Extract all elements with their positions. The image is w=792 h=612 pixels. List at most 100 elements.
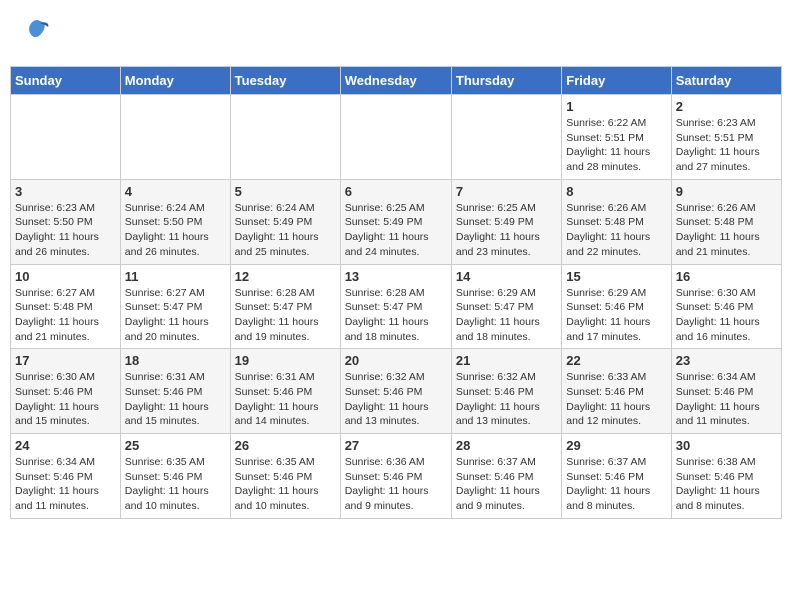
weekday-monday: Monday bbox=[120, 67, 230, 95]
calendar-cell: 13 Sunrise: 6:28 AM Sunset: 5:47 PM Dayli… bbox=[340, 264, 451, 349]
day-number: 29 bbox=[566, 438, 666, 453]
calendar-cell bbox=[120, 95, 230, 180]
day-info: Sunrise: 6:29 AM Sunset: 5:47 PM Dayligh… bbox=[456, 286, 557, 345]
calendar-cell: 20 Sunrise: 6:32 AM Sunset: 5:46 PM Dayli… bbox=[340, 349, 451, 434]
day-info: Sunrise: 6:23 AM Sunset: 5:51 PM Dayligh… bbox=[676, 116, 777, 175]
day-info: Sunrise: 6:26 AM Sunset: 5:48 PM Dayligh… bbox=[676, 201, 777, 260]
calendar-cell: 14 Sunrise: 6:29 AM Sunset: 5:47 PM Dayli… bbox=[451, 264, 561, 349]
calendar-cell: 29 Sunrise: 6:37 AM Sunset: 5:46 PM Dayli… bbox=[562, 434, 671, 519]
week-row-1: 1 Sunrise: 6:22 AM Sunset: 5:51 PM Daylig… bbox=[11, 95, 782, 180]
header bbox=[10, 10, 782, 56]
day-number: 1 bbox=[566, 99, 666, 114]
calendar-cell: 30Sunrise: 6:38 AM Sunset: 5:46 PM Dayli… bbox=[671, 434, 781, 519]
day-info: Sunrise: 6:33 AM Sunset: 5:46 PM Dayligh… bbox=[566, 370, 666, 429]
day-number: 13 bbox=[345, 269, 447, 284]
calendar-cell: 21 Sunrise: 6:32 AM Sunset: 5:46 PM Dayli… bbox=[451, 349, 561, 434]
day-number: 9 bbox=[676, 184, 777, 199]
day-number: 3 bbox=[15, 184, 116, 199]
day-number: 15 bbox=[566, 269, 666, 284]
day-number: 20 bbox=[345, 353, 447, 368]
calendar-cell: 6 Sunrise: 6:25 AM Sunset: 5:49 PM Daylig… bbox=[340, 179, 451, 264]
day-number: 25 bbox=[125, 438, 226, 453]
calendar-cell: 3 Sunrise: 6:23 AM Sunset: 5:50 PM Daylig… bbox=[11, 179, 121, 264]
day-number: 10 bbox=[15, 269, 116, 284]
day-number: 4 bbox=[125, 184, 226, 199]
day-number: 5 bbox=[235, 184, 336, 199]
logo bbox=[20, 15, 52, 51]
day-number: 16 bbox=[676, 269, 777, 284]
calendar-cell: 25 Sunrise: 6:35 AM Sunset: 5:46 PM Dayli… bbox=[120, 434, 230, 519]
calendar-cell: 22 Sunrise: 6:33 AM Sunset: 5:46 PM Dayli… bbox=[562, 349, 671, 434]
day-number: 8 bbox=[566, 184, 666, 199]
day-info: Sunrise: 6:32 AM Sunset: 5:46 PM Dayligh… bbox=[345, 370, 447, 429]
day-info: Sunrise: 6:37 AM Sunset: 5:46 PM Dayligh… bbox=[566, 455, 666, 514]
day-number: 6 bbox=[345, 184, 447, 199]
calendar-cell: 7 Sunrise: 6:25 AM Sunset: 5:49 PM Daylig… bbox=[451, 179, 561, 264]
calendar: SundayMondayTuesdayWednesdayThursdayFrid… bbox=[10, 66, 782, 519]
weekday-friday: Friday bbox=[562, 67, 671, 95]
weekday-sunday: Sunday bbox=[11, 67, 121, 95]
calendar-cell: 8 Sunrise: 6:26 AM Sunset: 5:48 PM Daylig… bbox=[562, 179, 671, 264]
calendar-cell: 12 Sunrise: 6:28 AM Sunset: 5:47 PM Dayli… bbox=[230, 264, 340, 349]
week-row-5: 24Sunrise: 6:34 AM Sunset: 5:46 PM Dayli… bbox=[11, 434, 782, 519]
day-info: Sunrise: 6:23 AM Sunset: 5:50 PM Dayligh… bbox=[15, 201, 116, 260]
calendar-cell: 2 Sunrise: 6:23 AM Sunset: 5:51 PM Daylig… bbox=[671, 95, 781, 180]
day-number: 7 bbox=[456, 184, 557, 199]
day-info: Sunrise: 6:27 AM Sunset: 5:48 PM Dayligh… bbox=[15, 286, 116, 345]
day-number: 18 bbox=[125, 353, 226, 368]
calendar-cell: 1 Sunrise: 6:22 AM Sunset: 5:51 PM Daylig… bbox=[562, 95, 671, 180]
calendar-cell: 18Sunrise: 6:31 AM Sunset: 5:46 PM Dayli… bbox=[120, 349, 230, 434]
day-info: Sunrise: 6:36 AM Sunset: 5:46 PM Dayligh… bbox=[345, 455, 447, 514]
day-info: Sunrise: 6:32 AM Sunset: 5:46 PM Dayligh… bbox=[456, 370, 557, 429]
day-info: Sunrise: 6:37 AM Sunset: 5:46 PM Dayligh… bbox=[456, 455, 557, 514]
week-row-3: 10 Sunrise: 6:27 AM Sunset: 5:48 PM Dayli… bbox=[11, 264, 782, 349]
calendar-cell bbox=[230, 95, 340, 180]
day-info: Sunrise: 6:24 AM Sunset: 5:50 PM Dayligh… bbox=[125, 201, 226, 260]
day-info: Sunrise: 6:25 AM Sunset: 5:49 PM Dayligh… bbox=[345, 201, 447, 260]
day-number: 23 bbox=[676, 353, 777, 368]
calendar-cell: 5Sunrise: 6:24 AM Sunset: 5:49 PM Daylig… bbox=[230, 179, 340, 264]
day-number: 24 bbox=[15, 438, 116, 453]
day-number: 11 bbox=[125, 269, 226, 284]
calendar-cell: 26Sunrise: 6:35 AM Sunset: 5:46 PM Dayli… bbox=[230, 434, 340, 519]
calendar-cell: 10 Sunrise: 6:27 AM Sunset: 5:48 PM Dayli… bbox=[11, 264, 121, 349]
day-number: 14 bbox=[456, 269, 557, 284]
calendar-cell: 16 Sunrise: 6:30 AM Sunset: 5:46 PM Dayli… bbox=[671, 264, 781, 349]
calendar-cell: 15 Sunrise: 6:29 AM Sunset: 5:46 PM Dayli… bbox=[562, 264, 671, 349]
weekday-tuesday: Tuesday bbox=[230, 67, 340, 95]
day-info: Sunrise: 6:31 AM Sunset: 5:46 PM Dayligh… bbox=[235, 370, 336, 429]
day-info: Sunrise: 6:38 AM Sunset: 5:46 PM Dayligh… bbox=[676, 455, 777, 514]
day-number: 28 bbox=[456, 438, 557, 453]
calendar-cell: 4 Sunrise: 6:24 AM Sunset: 5:50 PM Daylig… bbox=[120, 179, 230, 264]
day-info: Sunrise: 6:28 AM Sunset: 5:47 PM Dayligh… bbox=[345, 286, 447, 345]
logo-bird-icon bbox=[22, 15, 52, 45]
weekday-saturday: Saturday bbox=[671, 67, 781, 95]
day-info: Sunrise: 6:30 AM Sunset: 5:46 PM Dayligh… bbox=[15, 370, 116, 429]
calendar-cell: 28 Sunrise: 6:37 AM Sunset: 5:46 PM Dayli… bbox=[451, 434, 561, 519]
day-info: Sunrise: 6:26 AM Sunset: 5:48 PM Dayligh… bbox=[566, 201, 666, 260]
day-info: Sunrise: 6:35 AM Sunset: 5:46 PM Dayligh… bbox=[125, 455, 226, 514]
day-info: Sunrise: 6:27 AM Sunset: 5:47 PM Dayligh… bbox=[125, 286, 226, 345]
calendar-cell: 17 Sunrise: 6:30 AM Sunset: 5:46 PM Dayli… bbox=[11, 349, 121, 434]
calendar-cell bbox=[451, 95, 561, 180]
calendar-cell: 24Sunrise: 6:34 AM Sunset: 5:46 PM Dayli… bbox=[11, 434, 121, 519]
day-info: Sunrise: 6:28 AM Sunset: 5:47 PM Dayligh… bbox=[235, 286, 336, 345]
weekday-header-row: SundayMondayTuesdayWednesdayThursdayFrid… bbox=[11, 67, 782, 95]
calendar-cell: 9 Sunrise: 6:26 AM Sunset: 5:48 PM Daylig… bbox=[671, 179, 781, 264]
calendar-cell: 27Sunrise: 6:36 AM Sunset: 5:46 PM Dayli… bbox=[340, 434, 451, 519]
day-info: Sunrise: 6:29 AM Sunset: 5:46 PM Dayligh… bbox=[566, 286, 666, 345]
weekday-wednesday: Wednesday bbox=[340, 67, 451, 95]
day-number: 17 bbox=[15, 353, 116, 368]
day-number: 22 bbox=[566, 353, 666, 368]
day-number: 2 bbox=[676, 99, 777, 114]
day-info: Sunrise: 6:22 AM Sunset: 5:51 PM Dayligh… bbox=[566, 116, 666, 175]
calendar-cell: 11 Sunrise: 6:27 AM Sunset: 5:47 PM Dayli… bbox=[120, 264, 230, 349]
day-number: 21 bbox=[456, 353, 557, 368]
calendar-cell: 19 Sunrise: 6:31 AM Sunset: 5:46 PM Dayli… bbox=[230, 349, 340, 434]
day-number: 19 bbox=[235, 353, 336, 368]
calendar-cell: 23Sunrise: 6:34 AM Sunset: 5:46 PM Dayli… bbox=[671, 349, 781, 434]
day-number: 12 bbox=[235, 269, 336, 284]
day-info: Sunrise: 6:30 AM Sunset: 5:46 PM Dayligh… bbox=[676, 286, 777, 345]
day-info: Sunrise: 6:25 AM Sunset: 5:49 PM Dayligh… bbox=[456, 201, 557, 260]
day-number: 26 bbox=[235, 438, 336, 453]
